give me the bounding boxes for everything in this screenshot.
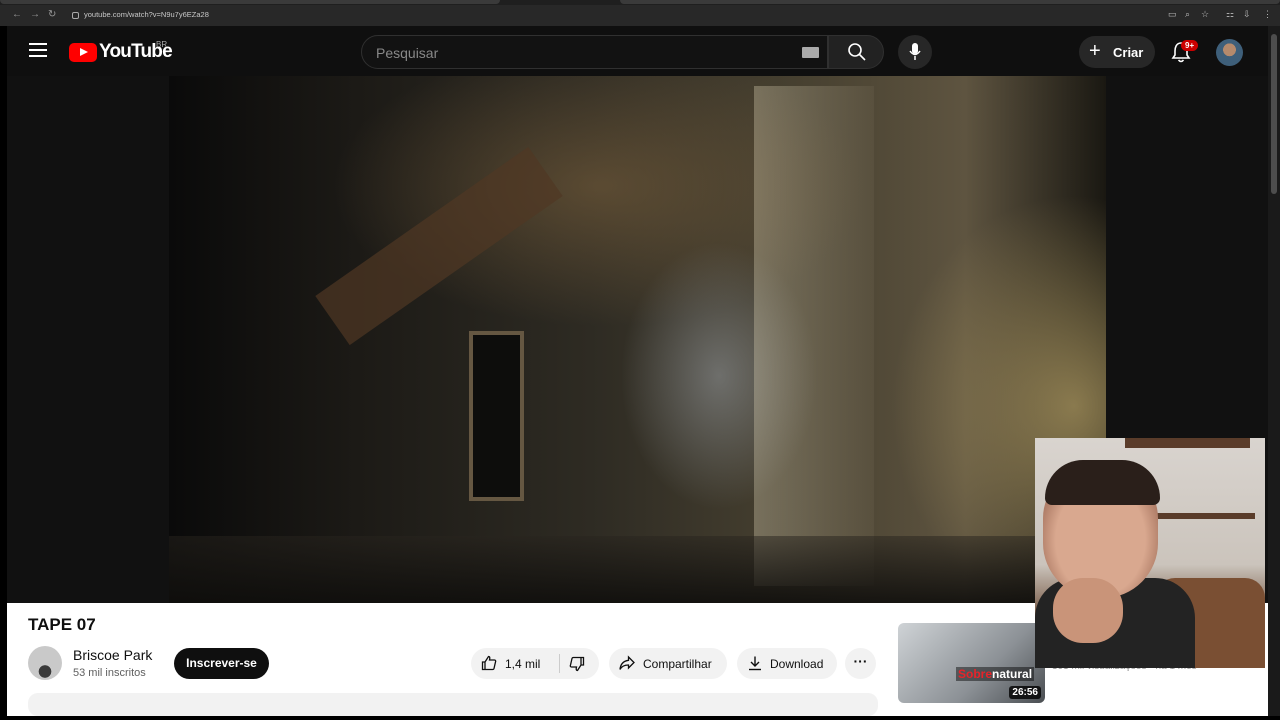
browser-tab[interactable] — [0, 0, 500, 4]
hamburger-menu-icon[interactable] — [29, 43, 47, 57]
share-label: Compartilhar — [643, 657, 712, 671]
thumbnail-brand-part1: Sobre — [958, 667, 993, 681]
country-code: BR — [156, 40, 168, 49]
plus-icon: + — [1089, 40, 1101, 62]
site-info-icon[interactable] — [72, 12, 79, 19]
create-button[interactable]: + Criar — [1079, 36, 1155, 68]
more-actions-button[interactable]: ··· — [845, 648, 876, 679]
like-divider — [559, 654, 560, 673]
thumbnail-brand-text: Sobrenatural — [956, 667, 1035, 681]
download-icon — [749, 656, 761, 671]
extension-icon[interactable]: ⚏ — [1226, 9, 1234, 20]
zoom-icon[interactable]: ⌕ — [1185, 9, 1190, 20]
download-label: Download — [770, 657, 824, 671]
bookmark-star-icon[interactable]: ☆ — [1201, 9, 1209, 20]
masthead: YouTube BR Pesquisar + Criar 9+ — [7, 26, 1268, 78]
bottom-edge — [0, 716, 1280, 720]
scrollbar-thumb[interactable] — [1271, 34, 1277, 194]
back-icon[interactable]: ← — [12, 9, 22, 21]
search-icon — [848, 43, 866, 61]
video-frame[interactable] — [169, 76, 1106, 603]
youtube-play-icon — [69, 43, 97, 62]
reload-icon[interactable]: ↻ — [48, 9, 56, 21]
channel-avatar[interactable] — [28, 646, 62, 680]
url-text[interactable]: youtube.com/watch?v=N9u7y6EZa28 — [84, 10, 209, 19]
cast-icon[interactable]: ▭ — [1168, 9, 1177, 20]
thumbnail-brand-part2: natural — [992, 667, 1033, 681]
video-scene-wall — [754, 86, 874, 586]
search-button[interactable] — [828, 35, 884, 69]
notification-badge: 9+ — [1181, 40, 1199, 51]
account-avatar[interactable] — [1216, 39, 1243, 66]
video-title: TAPE 07 — [28, 615, 96, 634]
channel-name[interactable]: Briscoe Park — [73, 647, 152, 663]
video-scene-stair — [315, 146, 563, 346]
thumbs-up-icon[interactable] — [481, 655, 497, 671]
browser-tab[interactable] — [620, 0, 1280, 4]
video-scene-floor — [169, 536, 1106, 603]
browser-menu-icon[interactable]: ⋮ — [1263, 9, 1272, 20]
recommended-video-thumbnail[interactable]: Sobrenatural 26:56 — [898, 623, 1045, 703]
address-bar: ← → ↻ youtube.com/watch?v=N9u7y6EZa28 ▭ … — [0, 5, 1280, 26]
video-duration: 26:56 — [1009, 686, 1041, 699]
search-input[interactable]: Pesquisar — [361, 35, 828, 69]
thumbs-down-icon[interactable] — [569, 656, 585, 672]
subscriber-count: 53 mil inscritos — [73, 667, 146, 679]
like-dislike-group: 1,4 mil — [471, 648, 599, 679]
page-scrollbar[interactable] — [1268, 26, 1280, 716]
create-label: Criar — [1113, 45, 1144, 60]
keyboard-icon[interactable] — [802, 47, 819, 58]
voice-search-button[interactable] — [898, 35, 932, 69]
webcam-shelf — [1155, 513, 1255, 519]
download-tray-icon[interactable]: ⇩ — [1243, 9, 1251, 20]
forward-icon[interactable]: → — [30, 9, 40, 21]
share-arrow-icon — [619, 655, 635, 670]
video-scene-door — [469, 331, 524, 501]
webcam-person-hand — [1053, 578, 1123, 643]
webcam-picture-frame — [1125, 438, 1250, 448]
subscribe-button[interactable]: Inscrever-se — [174, 648, 269, 679]
download-button[interactable]: Download — [737, 648, 837, 679]
search-placeholder: Pesquisar — [376, 45, 439, 61]
like-count[interactable]: 1,4 mil — [505, 657, 540, 671]
description-box[interactable] — [28, 693, 878, 716]
microphone-icon — [909, 43, 921, 60]
webcam-person-hair — [1045, 460, 1160, 505]
webcam-overlay — [1035, 438, 1265, 668]
share-button[interactable]: Compartilhar — [609, 648, 727, 679]
